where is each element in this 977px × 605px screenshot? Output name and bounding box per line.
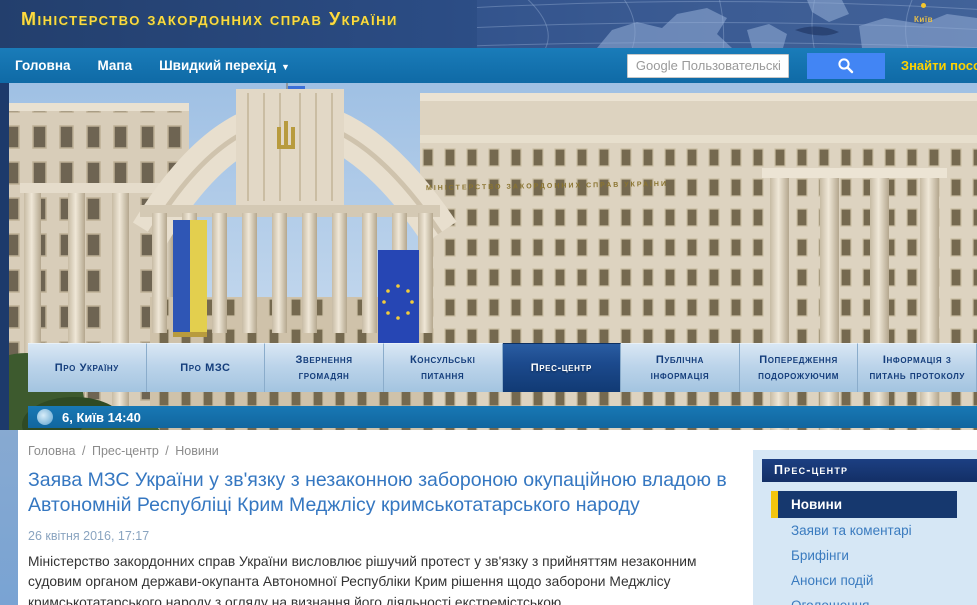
weather-icon xyxy=(37,409,53,425)
article: Головна / Прес-центр / Новини Заява МЗС … xyxy=(18,430,753,605)
sidebar-menu: Новини Заяви та коментарі Брифінги Анонс… xyxy=(771,491,977,605)
sidebar-title: Прес-центр xyxy=(762,459,977,482)
map-kyiv-marker: Київ xyxy=(914,3,933,27)
weather-time-bar: 6, Київ 14:40 xyxy=(28,406,977,428)
press-center-sidebar: Прес-центр Новини Заяви та коментарі Бри… xyxy=(753,450,977,605)
tab-consular-issues[interactable]: Консульські питання xyxy=(384,343,503,392)
chevron-down-icon: ▼ xyxy=(281,62,290,72)
tab-about-ukraine[interactable]: Про Україну xyxy=(28,343,147,392)
map-kyiv-dot-icon xyxy=(921,3,926,8)
breadcrumb-separator: / xyxy=(165,444,168,458)
search-input[interactable] xyxy=(627,54,789,78)
nav-link-home[interactable]: Головна xyxy=(15,58,71,73)
nav-link-quick-jump-label: Швидкий перехід xyxy=(159,58,276,73)
map-kyiv-label: Київ xyxy=(914,15,933,24)
site-title: Міністерство закордонних справ України xyxy=(21,9,398,30)
sidebar-item-statements[interactable]: Заяви та коментарі xyxy=(771,518,977,543)
sidebar-item-event-announcements[interactable]: Анонси подій xyxy=(771,568,977,593)
weather-time-text: 6, Київ 14:40 xyxy=(62,410,141,425)
top-navbar: Головна Мапа Швидкий перехід ▼ Знайти пос… xyxy=(0,48,977,83)
site-banner: Київ Міністерство закордонних справ Укра… xyxy=(0,0,977,48)
article-title: Заява МЗС України у зв'язку з незаконною… xyxy=(28,468,734,519)
article-date: 26 квітня 2016, 17:17 xyxy=(28,529,745,543)
breadcrumb-press-center[interactable]: Прес-центр xyxy=(92,444,159,458)
breadcrumb-separator: / xyxy=(82,444,85,458)
page: Київ Міністерство закордонних справ Укра… xyxy=(0,0,977,605)
world-map-graphic xyxy=(477,0,977,48)
main-content: Головна / Прес-центр / Новини Заява МЗС … xyxy=(18,430,977,605)
search-button[interactable] xyxy=(807,53,885,79)
tab-about-mfa[interactable]: Про МЗС xyxy=(147,343,266,392)
tab-protocol-information[interactable]: Інформація з питань протоколу xyxy=(858,343,977,392)
tab-public-information[interactable]: Публічна інформація xyxy=(621,343,740,392)
tab-traveler-warnings[interactable]: Попередження подорожуючим xyxy=(740,343,859,392)
sidebar-item-announcements[interactable]: Оголошення xyxy=(771,593,977,605)
nav-link-quick-jump[interactable]: Швидкий перехід ▼ xyxy=(159,58,290,73)
nav-link-map[interactable]: Мапа xyxy=(98,58,133,73)
tab-citizen-appeals[interactable]: Звернення громадян xyxy=(265,343,384,392)
sidebar-item-news[interactable]: Новини xyxy=(771,491,957,518)
main-nav-tabs: Про Україну Про МЗС Звернення громадян К… xyxy=(28,343,977,392)
tab-press-center[interactable]: Прес-центр xyxy=(503,343,622,392)
breadcrumb: Головна / Прес-центр / Новини xyxy=(28,444,745,458)
header-photo: МІНІСТЕРСТВО ЗАКОРДОННИХ СПРАВ УКРАЇНИ П… xyxy=(0,83,977,430)
sidebar-item-briefings[interactable]: Брифінги xyxy=(771,543,977,568)
breadcrumb-home[interactable]: Головна xyxy=(28,444,76,458)
search-area xyxy=(627,53,885,79)
search-icon xyxy=(837,57,854,74)
article-body: Міністерство закордонних справ України в… xyxy=(28,552,740,605)
breadcrumb-news[interactable]: Новини xyxy=(175,444,219,458)
find-embassy-link[interactable]: Знайти посольство xyxy=(901,58,977,73)
